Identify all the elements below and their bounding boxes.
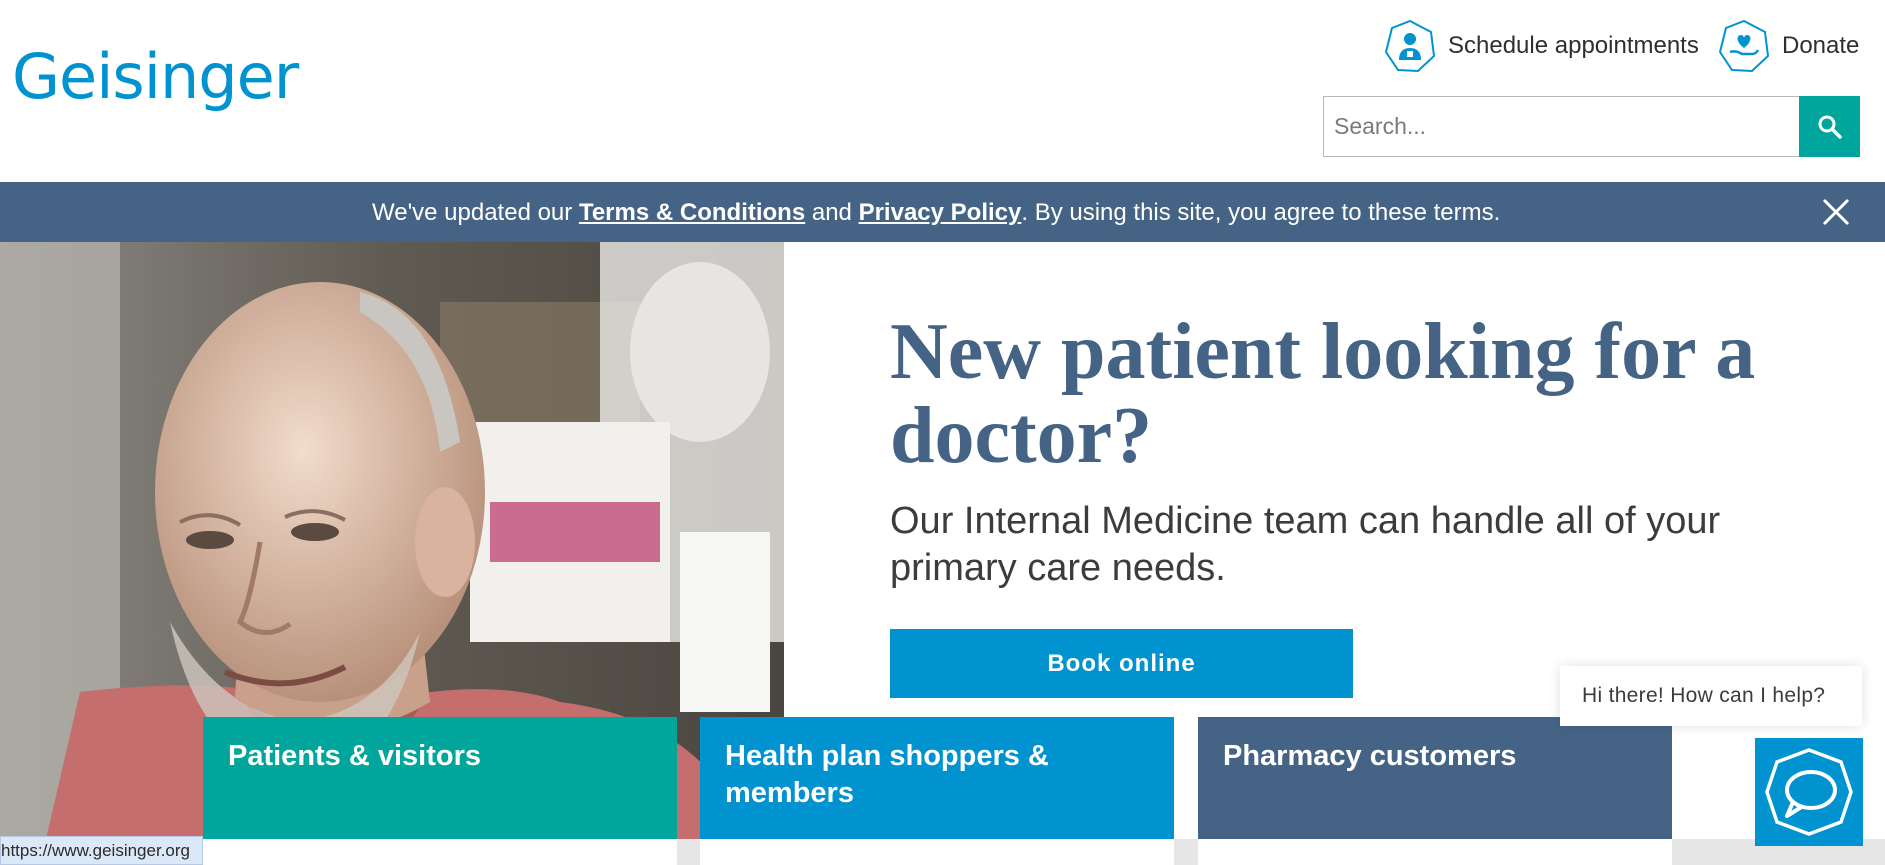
card-label: Pharmacy customers — [1223, 740, 1517, 772]
card-health-plan[interactable]: Health plan shoppers & members — [700, 717, 1174, 839]
schedule-appointments-label: Schedule appointments — [1448, 32, 1699, 59]
card-body — [1198, 839, 1672, 865]
card-patients-visitors[interactable]: Patients & visitors — [203, 717, 677, 839]
notice-text: We've updated our Terms & Conditions and… — [372, 199, 1500, 227]
hero-title: New patient looking for a doctor? — [890, 308, 1756, 480]
geisinger-logo[interactable]: Geisinger — [12, 40, 299, 113]
hand-heart-hexagon-icon — [1718, 19, 1770, 73]
close-icon[interactable] — [1820, 196, 1852, 228]
chat-bubble-icon — [1765, 748, 1853, 836]
book-online-button[interactable]: Book online — [890, 629, 1353, 698]
card-label: Health plan shoppers & members — [725, 740, 1049, 809]
card-gap — [1174, 839, 1198, 865]
privacy-policy-link[interactable]: Privacy Policy — [859, 199, 1022, 226]
notice-suffix: . By using this site, you agree to these… — [1021, 199, 1501, 226]
schedule-appointments-link[interactable]: Schedule appointments — [1382, 18, 1699, 74]
hero-subtitle: Our Internal Medicine team can handle al… — [890, 500, 1721, 589]
terms-conditions-link[interactable]: Terms & Conditions — [579, 199, 805, 226]
search-input[interactable] — [1323, 96, 1799, 157]
page: Geisinger Schedule appointments Donate S… — [0, 0, 1885, 865]
donate-label: Donate — [1782, 32, 1860, 59]
terms-notice-bar: We've updated our Terms & Conditions and… — [0, 182, 1885, 242]
chat-launcher-button[interactable] — [1755, 738, 1863, 846]
card-label: Patients & visitors — [228, 740, 482, 772]
card-gap — [677, 839, 700, 865]
notice-middle: and — [805, 199, 859, 226]
site-header: Geisinger Schedule appointments Donate — [0, 0, 1885, 182]
search-bar — [1323, 96, 1860, 157]
chat-greeting-bubble[interactable]: Hi there! How can I help? — [1560, 666, 1862, 726]
notice-prefix: We've updated our — [372, 199, 579, 226]
search-button[interactable] — [1799, 96, 1860, 157]
card-body — [700, 839, 1174, 865]
status-bar-url: https://www.geisinger.org — [0, 836, 203, 865]
chat-greeting-text: Hi there! How can I help? — [1582, 684, 1826, 707]
card-body — [203, 839, 677, 865]
doctor-hexagon-icon — [1384, 19, 1436, 73]
search-icon — [1818, 115, 1842, 139]
donate-link[interactable]: Donate — [1716, 18, 1859, 74]
card-pharmacy[interactable]: Pharmacy customers — [1198, 717, 1672, 839]
